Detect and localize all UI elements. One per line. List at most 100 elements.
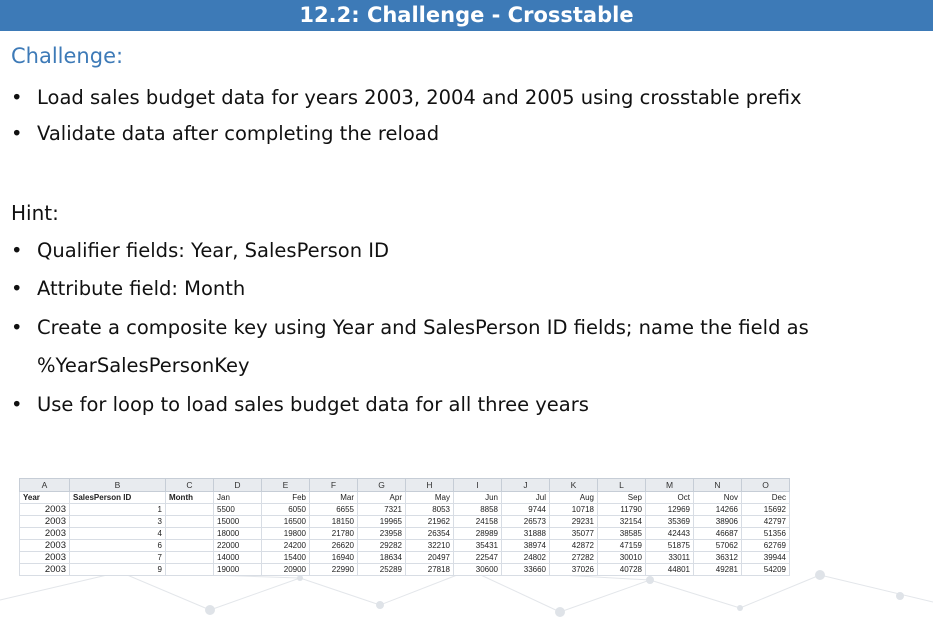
table-cell[interactable]: 29282 xyxy=(357,539,406,552)
table-cell[interactable] xyxy=(165,563,214,576)
table-cell[interactable]: 7321 xyxy=(357,503,406,516)
table-cell[interactable]: 47159 xyxy=(597,539,646,552)
table-cell[interactable]: 18150 xyxy=(309,515,358,528)
table-cell[interactable]: 15000 xyxy=(213,515,262,528)
table-cell[interactable]: 36312 xyxy=(693,551,742,564)
header-cell[interactable]: Oct xyxy=(645,491,694,504)
table-cell[interactable]: 30010 xyxy=(597,551,646,564)
table-cell[interactable]: 22990 xyxy=(309,563,358,576)
table-cell[interactable]: 24802 xyxy=(501,551,550,564)
table-cell[interactable]: 51356 xyxy=(741,527,790,540)
table-cell[interactable]: 46687 xyxy=(693,527,742,540)
table-cell[interactable]: 39944 xyxy=(741,551,790,564)
header-cell[interactable]: May xyxy=(405,491,454,504)
header-cell[interactable]: Aug xyxy=(549,491,598,504)
header-cell[interactable]: Mar xyxy=(309,491,358,504)
header-cell[interactable]: Jul xyxy=(501,491,550,504)
column-letter[interactable]: M xyxy=(645,478,694,492)
column-letter[interactable]: C xyxy=(165,478,214,492)
table-cell[interactable]: 24158 xyxy=(453,515,502,528)
table-cell[interactable]: 12969 xyxy=(645,503,694,516)
table-cell[interactable]: 22547 xyxy=(453,551,502,564)
table-cell[interactable]: 27282 xyxy=(549,551,598,564)
table-cell[interactable] xyxy=(165,551,214,564)
table-cell[interactable]: 26573 xyxy=(501,515,550,528)
column-letter[interactable]: L xyxy=(597,478,646,492)
table-cell[interactable]: 2003 xyxy=(19,515,70,528)
table-cell[interactable]: 51875 xyxy=(645,539,694,552)
table-cell[interactable] xyxy=(165,527,214,540)
table-cell[interactable]: 18634 xyxy=(357,551,406,564)
table-cell[interactable]: 14000 xyxy=(213,551,262,564)
table-cell[interactable]: 6050 xyxy=(261,503,310,516)
table-cell[interactable]: 38974 xyxy=(501,539,550,552)
table-cell[interactable]: 2003 xyxy=(19,539,70,552)
column-letter[interactable]: O xyxy=(741,478,790,492)
header-cell[interactable]: Jun xyxy=(453,491,502,504)
column-letter[interactable]: G xyxy=(357,478,406,492)
column-letter[interactable]: K xyxy=(549,478,598,492)
table-cell[interactable]: 54209 xyxy=(741,563,790,576)
table-cell[interactable]: 19800 xyxy=(261,527,310,540)
table-cell[interactable]: 26620 xyxy=(309,539,358,552)
header-cell[interactable]: Year xyxy=(19,491,70,504)
column-letter[interactable]: B xyxy=(69,478,166,492)
table-cell[interactable]: 28989 xyxy=(453,527,502,540)
table-cell[interactable]: 57062 xyxy=(693,539,742,552)
column-letter[interactable]: N xyxy=(693,478,742,492)
table-cell[interactable]: 38585 xyxy=(597,527,646,540)
table-cell[interactable]: 2003 xyxy=(19,563,70,576)
table-cell[interactable]: 18000 xyxy=(213,527,262,540)
table-cell[interactable] xyxy=(165,539,214,552)
header-cell[interactable]: Month xyxy=(165,491,214,504)
table-cell[interactable]: 9 xyxy=(69,563,166,576)
table-cell[interactable]: 20497 xyxy=(405,551,454,564)
table-cell[interactable]: 33660 xyxy=(501,563,550,576)
table-cell[interactable]: 16940 xyxy=(309,551,358,564)
table-cell[interactable]: 33011 xyxy=(645,551,694,564)
table-cell[interactable]: 25289 xyxy=(357,563,406,576)
table-cell[interactable]: 6 xyxy=(69,539,166,552)
table-cell[interactable]: 15400 xyxy=(261,551,310,564)
column-letter[interactable]: F xyxy=(309,478,358,492)
table-cell[interactable]: 16500 xyxy=(261,515,310,528)
table-cell[interactable]: 42443 xyxy=(645,527,694,540)
table-cell[interactable]: 40728 xyxy=(597,563,646,576)
table-cell[interactable]: 22000 xyxy=(213,539,262,552)
table-cell[interactable]: 35369 xyxy=(645,515,694,528)
table-cell[interactable]: 42872 xyxy=(549,539,598,552)
table-cell[interactable]: 26354 xyxy=(405,527,454,540)
table-cell[interactable]: 8053 xyxy=(405,503,454,516)
table-cell[interactable]: 5500 xyxy=(213,503,262,516)
table-cell[interactable]: 29231 xyxy=(549,515,598,528)
table-cell[interactable]: 37026 xyxy=(549,563,598,576)
table-cell[interactable]: 23958 xyxy=(357,527,406,540)
table-cell[interactable]: 2003 xyxy=(19,551,70,564)
table-cell[interactable]: 3 xyxy=(69,515,166,528)
header-cell[interactable]: Dec xyxy=(741,491,790,504)
table-cell[interactable]: 8858 xyxy=(453,503,502,516)
table-cell[interactable] xyxy=(165,503,214,516)
table-cell[interactable]: 27818 xyxy=(405,563,454,576)
table-cell[interactable]: 1 xyxy=(69,503,166,516)
table-cell[interactable]: 9744 xyxy=(501,503,550,516)
table-cell[interactable]: 38906 xyxy=(693,515,742,528)
column-letter[interactable]: H xyxy=(405,478,454,492)
table-cell[interactable]: 11790 xyxy=(597,503,646,516)
table-cell[interactable]: 2003 xyxy=(19,527,70,540)
column-letter[interactable]: E xyxy=(261,478,310,492)
header-cell[interactable]: Sep xyxy=(597,491,646,504)
header-cell[interactable]: Apr xyxy=(357,491,406,504)
table-cell[interactable]: 42797 xyxy=(741,515,790,528)
table-cell[interactable]: 62769 xyxy=(741,539,790,552)
header-cell[interactable]: Jan xyxy=(213,491,262,504)
table-cell[interactable]: 44801 xyxy=(645,563,694,576)
table-cell[interactable]: 7 xyxy=(69,551,166,564)
table-cell[interactable]: 31888 xyxy=(501,527,550,540)
table-cell[interactable]: 35077 xyxy=(549,527,598,540)
table-cell[interactable]: 20900 xyxy=(261,563,310,576)
table-cell[interactable]: 14266 xyxy=(693,503,742,516)
table-cell[interactable]: 32210 xyxy=(405,539,454,552)
table-cell[interactable]: 21780 xyxy=(309,527,358,540)
table-cell[interactable] xyxy=(165,515,214,528)
